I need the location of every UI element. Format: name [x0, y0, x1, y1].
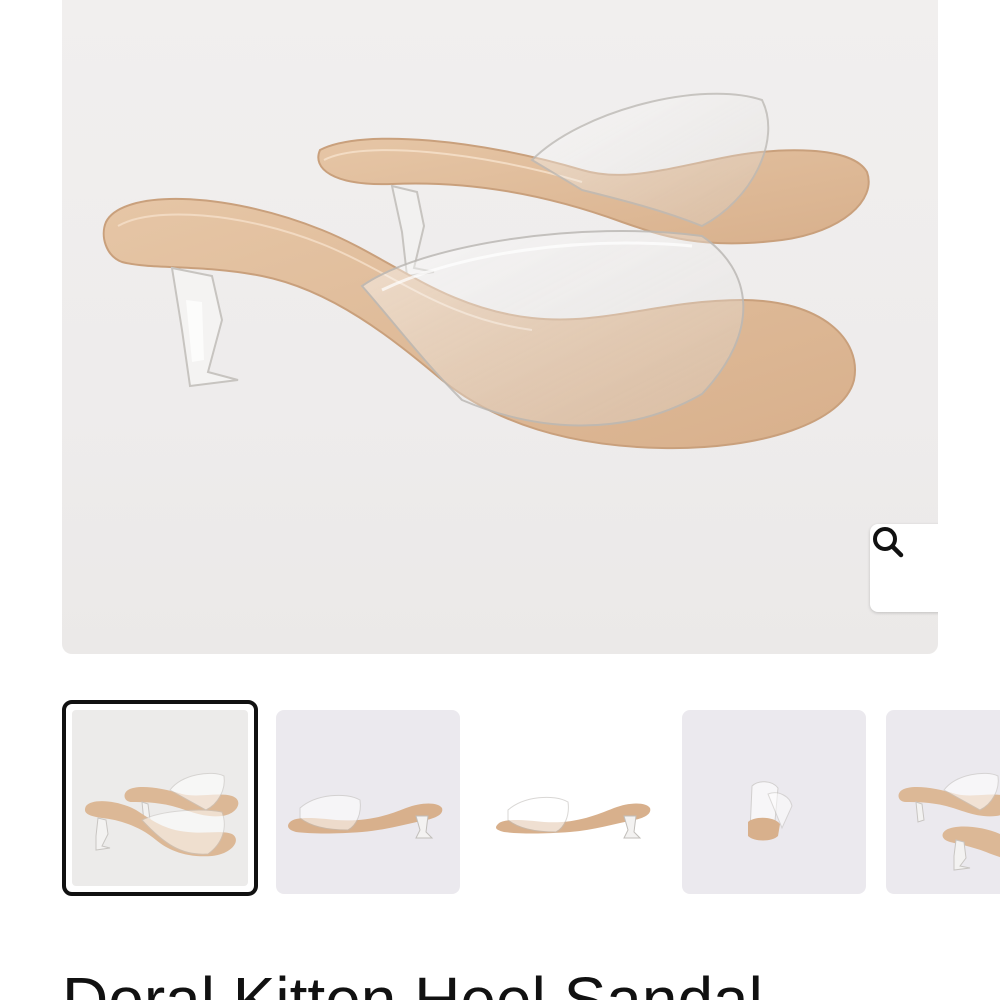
sandal-side-thumb-white [496, 796, 651, 839]
thumbnail-2[interactable] [276, 710, 460, 894]
sandal-pair-thumb-cropped [898, 772, 1000, 871]
search-icon [873, 527, 904, 558]
sandal-back-thumb [748, 781, 793, 841]
sandal-side-thumb [288, 794, 443, 839]
main-product-image[interactable] [62, 0, 938, 654]
thumbnail-strip [62, 700, 1000, 904]
sandal-pair-illustration [102, 92, 870, 450]
thumbnail-1[interactable] [62, 700, 258, 896]
zoom-button[interactable] [870, 524, 938, 612]
thumbnail-5[interactable] [886, 710, 1000, 894]
thumbnail-3[interactable] [478, 710, 662, 894]
product-page: Doral Kitten Heel Sandal [0, 0, 1000, 1000]
thumbnail-image [72, 710, 248, 886]
product-title: Doral Kitten Heel Sandal [62, 964, 763, 1000]
thumbnail-4[interactable] [682, 710, 866, 894]
sandal-pair-thumb [84, 772, 239, 857]
